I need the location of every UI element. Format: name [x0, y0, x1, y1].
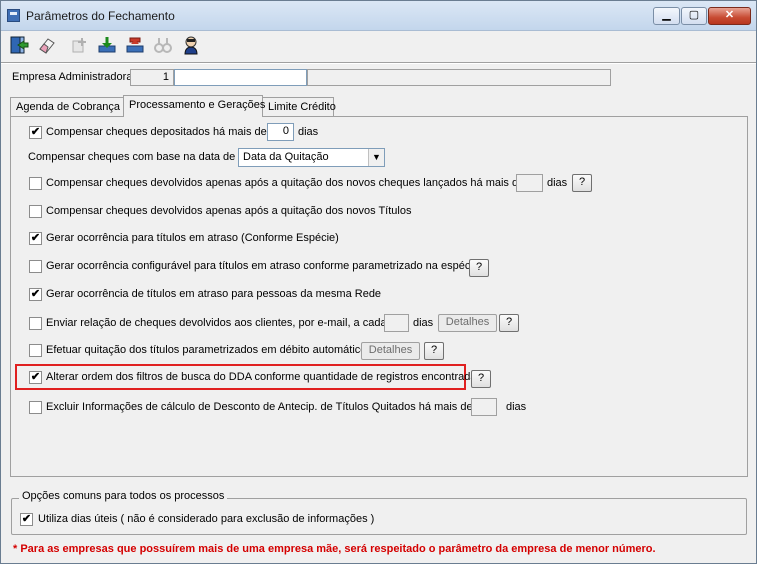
enviar-relacao-label: Enviar relação de cheques devolvidos aos… [46, 317, 387, 329]
window: Parâmetros do Fechamento ▁ ▢ ✕ Empresa A… [0, 0, 757, 564]
compensar-devolvidos-cheques-help-button[interactable]: ? [572, 174, 592, 192]
alterar-ordem-dda-help-button[interactable]: ? [471, 370, 491, 388]
exit-button[interactable] [5, 31, 32, 58]
excluir-informacoes-label: Excluir Informações de cálculo de Descon… [46, 401, 473, 413]
empresa-extra-field [307, 69, 611, 86]
footnote: * Para as empresas que possuírem mais de… [13, 543, 656, 555]
help-button[interactable] [177, 31, 204, 58]
import-button[interactable] [93, 31, 120, 58]
utiliza-dias-uteis-label: Utiliza dias úteis ( não é considerado p… [38, 513, 375, 525]
efetuar-quitacao-details-button[interactable]: Detalhes [361, 342, 420, 360]
compensar-base-label: Compensar cheques com base na data de [28, 151, 236, 163]
enviar-relacao-days-input[interactable] [384, 314, 409, 332]
excluir-informacoes-checkbox[interactable] [29, 401, 42, 414]
tab-limite-credito[interactable]: Limite Crédito [262, 97, 336, 116]
window-title: Parâmetros do Fechamento [26, 9, 175, 23]
compensar-depositados-checkbox[interactable]: ✔ [29, 126, 42, 139]
enviar-relacao-help-button[interactable]: ? [499, 314, 519, 332]
compensar-devolvidos-cheques-days-input[interactable] [516, 174, 543, 192]
compensar-devolvidos-cheques-days-unit: dias [547, 177, 568, 189]
tab-agenda-cobranca[interactable]: Agenda de Cobrança [10, 97, 124, 116]
excluir-informacoes-days-input[interactable] [471, 398, 497, 416]
compensar-devolvidos-titulos-label: Compensar cheques devolvidos apenas após… [46, 205, 412, 217]
compensar-devolvidos-cheques-label: Compensar cheques devolvidos apenas após… [46, 177, 525, 189]
alterar-ordem-dda-checkbox[interactable]: ✔ [29, 371, 42, 384]
utiliza-dias-uteis-checkbox[interactable]: ✔ [20, 513, 33, 526]
exit-icon [10, 36, 28, 53]
gerar-ocorrencia-rede-label: Gerar ocorrência de títulos em atraso pa… [46, 288, 382, 300]
clear-button[interactable] [33, 31, 60, 58]
toolbar-divider [1, 62, 756, 64]
compensar-base-select-value: Data da Quitação [243, 151, 329, 163]
toolbar [5, 31, 205, 59]
app-icon [7, 9, 20, 22]
compensar-depositados-label: Compensar cheques depositados há mais de [46, 126, 267, 138]
empresa-name-field[interactable] [174, 69, 307, 86]
find-button[interactable] [149, 31, 176, 58]
common-options-title: Opções comuns para todos os processos [19, 490, 228, 502]
maximize-button[interactable]: ▢ [681, 7, 707, 25]
efetuar-quitacao-checkbox[interactable] [29, 344, 42, 357]
compensar-depositados-days-unit: dias [298, 126, 319, 138]
efetuar-quitacao-help-button[interactable]: ? [424, 342, 444, 360]
empresa-label: Empresa Administradora [12, 71, 133, 83]
gerar-ocorrencia-configuravel-checkbox[interactable] [29, 260, 42, 273]
empresa-code-field[interactable]: 1 [130, 69, 174, 86]
gerar-ocorrencia-configuravel-help-button[interactable]: ? [469, 259, 489, 277]
gerar-ocorrencia-especie-label: Gerar ocorrência para títulos em atraso … [46, 232, 339, 244]
binoculars-disabled-icon [153, 37, 172, 53]
plus-disabled-icon [72, 37, 86, 52]
compensar-base-select[interactable]: Data da Quitação ▼ [238, 148, 385, 167]
help-agent-icon [183, 36, 198, 54]
gerar-ocorrencia-especie-checkbox[interactable]: ✔ [29, 232, 42, 245]
alterar-ordem-dda-label: Alterar ordem dos filtros de busca do DD… [46, 371, 477, 383]
close-button[interactable]: ✕ [708, 7, 751, 25]
gerar-ocorrencia-configuravel-label: Gerar ocorrência configurável para títul… [46, 260, 479, 272]
compensar-devolvidos-cheques-checkbox[interactable] [29, 177, 42, 190]
compensar-devolvidos-titulos-checkbox[interactable] [29, 205, 42, 218]
title-bar: Parâmetros do Fechamento ▁ ▢ ✕ [1, 1, 756, 31]
enviar-relacao-details-button[interactable]: Detalhes [438, 314, 497, 332]
excluir-informacoes-days-unit: dias [506, 401, 527, 413]
enviar-relacao-checkbox[interactable] [29, 317, 42, 330]
gerar-ocorrencia-rede-checkbox[interactable]: ✔ [29, 288, 42, 301]
enviar-relacao-days-unit: dias [413, 317, 434, 329]
export-icon [126, 37, 143, 52]
compensar-depositados-days-input[interactable]: 0 [267, 123, 294, 141]
minimize-button[interactable]: ▁ [653, 7, 680, 25]
export-button[interactable] [121, 31, 148, 58]
efetuar-quitacao-label: Efetuar quitação dos títulos parametriza… [46, 344, 367, 356]
new-button[interactable] [65, 31, 92, 58]
import-icon [98, 36, 115, 52]
tab-processamento-geracoes[interactable]: Processamento e Gerações [123, 95, 265, 117]
eraser-icon [38, 37, 55, 54]
chevron-down-icon[interactable]: ▼ [368, 149, 384, 166]
